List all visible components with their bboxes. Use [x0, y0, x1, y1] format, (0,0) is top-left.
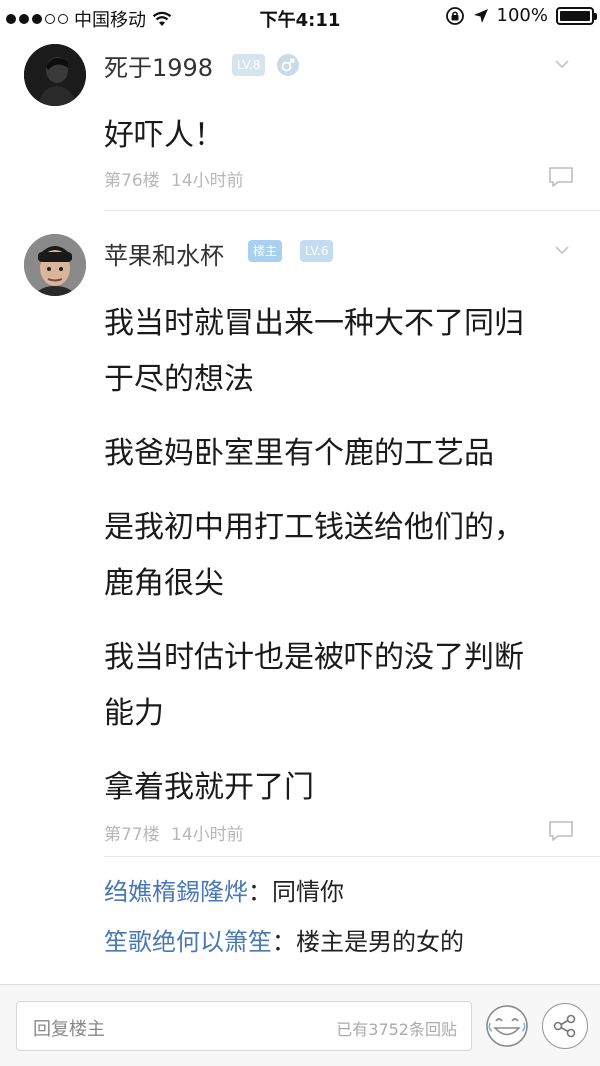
reply-count: 已有3752条回贴: [336, 1020, 457, 1039]
post-meta: 第76楼 14小时前: [104, 166, 244, 191]
emoji-icon[interactable]: [484, 1003, 530, 1049]
status-bar: 中国移动 下午4:11 100%: [0, 0, 600, 34]
owner-badge: 楼主: [248, 240, 283, 262]
post-floor-77: 苹果和水杯 楼主 LV.6 我当时就冒出来一种大不了同归 于尽的想法 我爸妈卧室…: [0, 216, 600, 976]
post-time: 14小时前: [171, 825, 244, 845]
author-name[interactable]: 苹果和水杯: [104, 236, 224, 271]
comment-icon[interactable]: [548, 166, 574, 188]
reply-placeholder: 回复楼主: [33, 1019, 105, 1040]
author-name[interactable]: 死于1998: [104, 48, 213, 83]
share-button[interactable]: [542, 1003, 588, 1049]
level-badge: LV.6: [300, 240, 334, 262]
post-content-line: 我爸妈卧室里有个鹿的工艺品: [104, 436, 494, 471]
battery-percent: 100%: [496, 5, 548, 26]
sub-reply-item[interactable]: 笙歌绝何以箫笙：楼主是男的女的: [104, 922, 464, 957]
screen: 中国移动 下午4:11 100% 死于1998 LV.8 好吓人！ 第76楼 1…: [0, 0, 600, 1066]
post-content-line: 是我初中用打工钱送给他们的，: [104, 510, 524, 545]
post-floor-76: 死于1998 LV.8 好吓人！ 第76楼 14小时前: [0, 34, 600, 214]
sub-reply-author[interactable]: 笙歌绝何以箫笙: [104, 928, 272, 956]
rotation-lock-icon: [445, 6, 464, 25]
bottom-reply-bar: 回复楼主 已有3752条回贴: [0, 984, 600, 1066]
sub-reply-text: ：同情你: [248, 878, 344, 906]
battery-icon: [556, 6, 597, 25]
location-arrow-icon: [473, 8, 488, 23]
reply-input[interactable]: 回复楼主 已有3752条回贴: [16, 1001, 472, 1051]
sub-reply-text: ：楼主是男的女的: [272, 928, 464, 956]
sub-reply-item[interactable]: 绉嫶楕錫隆烨：同情你: [104, 872, 344, 907]
post-content-line: 我当时就冒出来一种大不了同归: [104, 306, 524, 341]
avatar[interactable]: [24, 44, 86, 106]
chevron-down-icon[interactable]: [554, 56, 570, 72]
post-content-line: 能力: [104, 696, 164, 731]
level-badge: LV.8: [232, 54, 266, 76]
floor-number: 第77楼: [104, 825, 160, 845]
post-content-line: 好吓人！: [104, 118, 224, 153]
share-icon: [553, 1014, 576, 1038]
post-content-line: 于尽的想法: [104, 362, 254, 397]
status-right: 100%: [445, 5, 597, 26]
male-icon: [277, 54, 299, 76]
floor-number: 第76楼: [104, 171, 160, 191]
avatar[interactable]: [24, 234, 86, 296]
divider: [104, 210, 600, 211]
post-content-line: 我当时估计也是被吓的没了判断: [104, 640, 524, 675]
post-content-line: 拿着我就开了门: [104, 770, 314, 805]
post-time: 14小时前: [171, 171, 244, 191]
chevron-down-icon[interactable]: [554, 242, 570, 258]
comment-icon[interactable]: [548, 820, 574, 842]
post-meta: 第77楼 14小时前: [104, 820, 244, 845]
divider: [104, 856, 600, 857]
post-content-line: 鹿角很尖: [104, 566, 224, 601]
sub-reply-author[interactable]: 绉嫶楕錫隆烨: [104, 878, 248, 906]
